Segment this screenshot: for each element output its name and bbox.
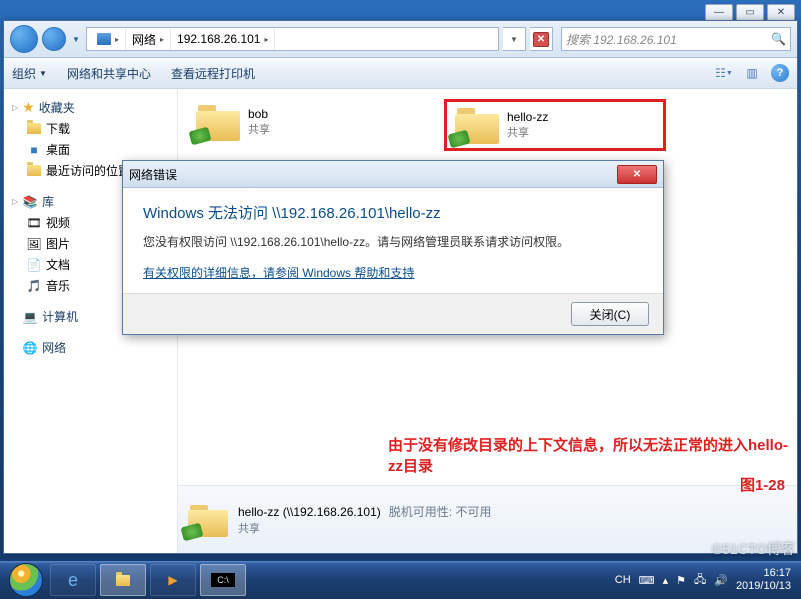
sidebar-favorites[interactable]: ▷★收藏夹 [8,97,173,118]
refresh-dropdown[interactable]: ▼ [503,27,526,51]
star-icon: ★ [22,99,35,116]
minimize-button[interactable]: — [705,4,733,21]
stop-button[interactable]: ✕ [530,27,553,51]
search-icon: 🔍 [771,32,786,46]
desktop: — ▭ ✕ ▼ ▸ 网络▸ 192.168.26.101▸ ▼ ✕ 搜索 192… [0,0,801,599]
share-item-bob[interactable]: bob共享 [188,99,404,145]
keyboard-icon[interactable]: ⌨ [639,574,655,587]
search-placeholder: 搜索 192.168.26.101 [566,31,677,48]
sidebar-item-desktop[interactable]: ■桌面 [8,139,173,160]
taskbar-mediaplayer[interactable]: ▶ [150,564,196,596]
folder-share-icon [455,106,499,144]
details-pane: hello-zz (\\192.168.26.101)脱机可用性: 不可用 共享 [178,485,797,553]
command-bar: 组织 ▼ 网络和共享中心 查看远程打印机 ☷ ▼ ▥ ? [4,58,797,89]
dialog-title-text: 网络错误 [129,166,617,183]
view-remote-printers[interactable]: 查看远程打印机 [171,65,255,82]
dialog-close-button[interactable]: ✕ [617,165,657,184]
volume-icon[interactable]: 🔊 [714,574,728,587]
watermark: ©51CTO博客 [712,539,795,559]
details-name: hello-zz [238,505,279,519]
network-error-dialog: 网络错误 ✕ Windows 无法访问 \\192.168.26.101\hel… [122,160,664,335]
figure-label: 图1-28 [740,474,785,495]
close-button[interactable]: ✕ [767,4,795,21]
start-button[interactable] [6,561,46,599]
preview-pane-toggle[interactable]: ▥ [743,64,761,82]
action-center-icon[interactable]: ⚑ [676,574,686,587]
taskbar-explorer[interactable] [100,564,146,596]
dialog-close-action[interactable]: 关闭(C) [571,302,649,326]
ime-indicator[interactable]: CH [615,574,631,586]
details-type: 共享 [238,520,491,536]
dialog-titlebar[interactable]: 网络错误 ✕ [123,161,663,188]
breadcrumb-root: 网络 [132,31,156,48]
maximize-button[interactable]: ▭ [736,4,764,21]
network-tray-icon[interactable]: 🖧 [694,571,706,590]
view-options[interactable]: ☷ ▼ [715,64,733,82]
breadcrumb[interactable]: ▸ 网络▸ 192.168.26.101▸ [86,27,499,51]
dialog-message: 您没有权限访问 \\192.168.26.101\hello-zz。请与网络管理… [143,233,643,250]
organize-menu[interactable]: 组织 ▼ [12,65,47,82]
network-icon [97,33,111,45]
taskbar: e ▶ C:\ CH ⌨ ▴ ⚑ 🖧 🔊 16:172019/10/13 [0,561,801,599]
windows-orb-icon [9,563,43,597]
folder-share-icon [188,503,228,537]
back-button[interactable] [10,25,38,53]
search-input[interactable]: 搜索 192.168.26.101 🔍 [561,27,791,51]
tray-chevron[interactable]: ▴ [663,574,669,587]
annotation-text: 由于没有修改目录的上下文信息，所以无法正常的进入hello-zz目录 [388,434,797,476]
folder-share-icon [196,103,240,141]
dialog-help-link[interactable]: 有关权限的详细信息，请参阅 Windows 帮助和支持 [143,266,414,280]
address-bar: ▼ ▸ 网络▸ 192.168.26.101▸ ▼ ✕ 搜索 192.168.2… [4,21,797,58]
dialog-heading: Windows 无法访问 \\192.168.26.101\hello-zz [143,202,643,223]
system-tray: CH ⌨ ▴ ⚑ 🖧 🔊 16:172019/10/13 [615,567,795,593]
help-button[interactable]: ? [771,64,789,82]
taskbar-ie[interactable]: e [50,564,96,596]
network-share-center[interactable]: 网络和共享中心 [67,65,151,82]
details-path: (\\192.168.26.101) [283,505,381,519]
sidebar-network[interactable]: ▷🌐网络 [8,337,173,358]
clock[interactable]: 16:172019/10/13 [736,567,791,593]
sidebar-item-downloads[interactable]: 下载 [8,118,173,139]
breadcrumb-ip: 192.168.26.101 [177,32,260,46]
window-controls: — ▭ ✕ [705,4,795,21]
forward-button[interactable] [42,27,66,51]
nav-history-dropdown[interactable]: ▼ [70,28,82,50]
taskbar-cmd[interactable]: C:\ [200,564,246,596]
share-item-hello-zz[interactable]: hello-zz共享 [444,99,666,151]
